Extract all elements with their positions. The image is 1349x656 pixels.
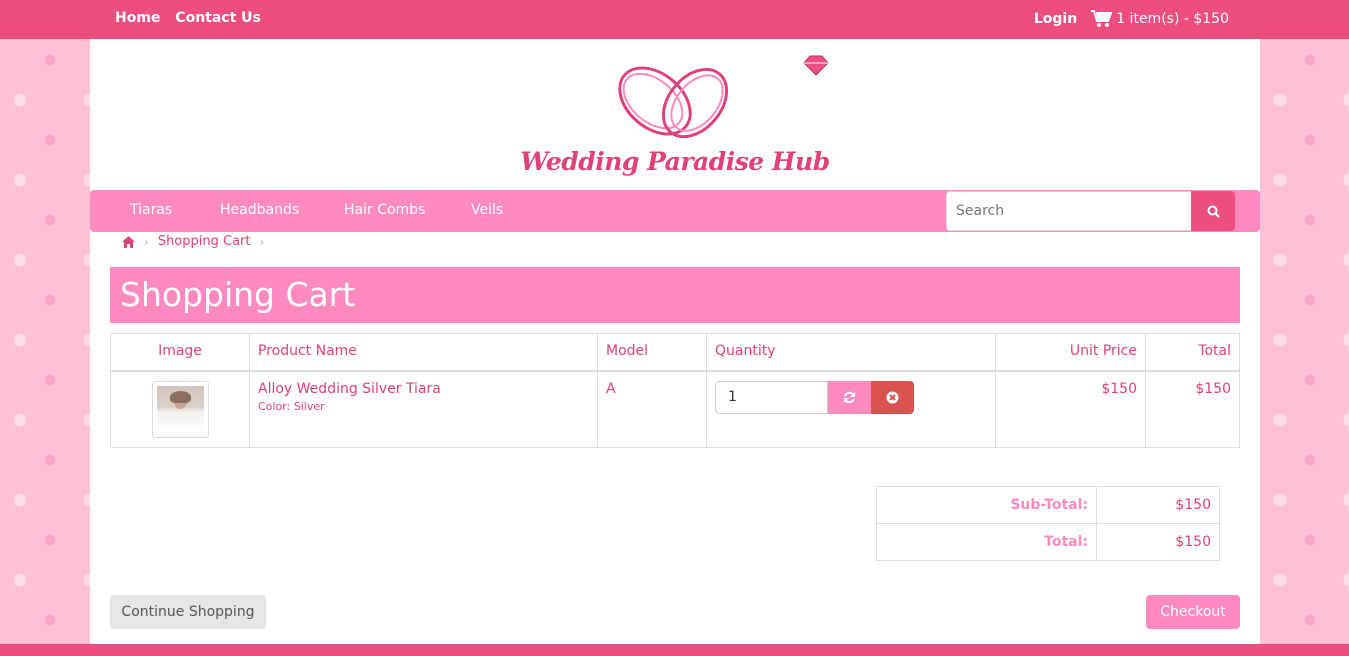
shopping-cart-icon — [1091, 10, 1113, 27]
cart-table-header: Image Product Name Model Quantity Unit P… — [110, 333, 1240, 372]
menu-item-veils[interactable]: Veils — [471, 202, 503, 218]
login-link[interactable]: Login — [1034, 11, 1077, 27]
top-bar: Home Contact Us Login 1 item(s) - $150 — [0, 0, 1349, 39]
product-name-link[interactable]: Alloy Wedding Silver Tiara — [258, 381, 589, 397]
product-thumbnail[interactable] — [151, 380, 209, 438]
breadcrumb-separator-icon: › — [259, 234, 265, 249]
account-nav: Login 1 item(s) - $150 — [1034, 10, 1229, 28]
menu-item-tiaras[interactable]: Tiaras — [130, 202, 172, 218]
table-row: Alloy Wedding Silver Tiara Color: Silver… — [110, 370, 1240, 448]
product-photo — [156, 385, 204, 433]
search-input[interactable] — [946, 191, 1192, 231]
breadcrumb-separator-icon: › — [144, 234, 149, 249]
cart-table: Image Product Name Model Quantity Unit P… — [110, 333, 1240, 448]
menu-item-headbands[interactable]: Headbands — [220, 202, 299, 218]
remove-item-button[interactable] — [871, 380, 914, 414]
model-cell: A — [597, 370, 707, 448]
page-title: Shopping Cart — [110, 267, 1240, 323]
breadcrumb-shopping-cart[interactable]: Shopping Cart — [158, 234, 251, 249]
update-quantity-button[interactable] — [828, 380, 871, 414]
total-cell: $150 — [1145, 370, 1240, 448]
total-label: Total: — [876, 523, 1097, 561]
search-icon — [1207, 205, 1220, 218]
cart-link[interactable]: 1 item(s) - $150 — [1091, 10, 1229, 28]
product-image-cell — [110, 370, 250, 448]
main-container: Wedding Paradise Hub Tiaras Headbands Ha… — [90, 39, 1260, 644]
remove-circle-icon — [886, 391, 899, 403]
product-option: Color: Silver — [258, 399, 325, 413]
brand-name: Wedding Paradise Hub — [520, 147, 830, 176]
cart-summary: 1 item(s) - $150 — [1116, 11, 1229, 27]
quantity-cell — [706, 370, 996, 448]
header-product-name: Product Name — [249, 333, 598, 372]
breadcrumb: › Shopping Cart › — [122, 234, 273, 249]
header-total: Total — [1145, 333, 1240, 372]
menu-item-hair-combs[interactable]: Hair Combs — [344, 202, 425, 218]
footer-bar — [0, 644, 1349, 656]
header-unit-price: Unit Price — [995, 333, 1146, 372]
unit-price-cell: $150 — [995, 370, 1146, 448]
contact-link[interactable]: Contact Us — [175, 10, 261, 26]
header-image: Image — [110, 333, 250, 372]
home-link[interactable]: Home — [115, 10, 160, 26]
top-nav: Home Contact Us — [115, 10, 271, 26]
site-logo[interactable]: Wedding Paradise Hub — [520, 51, 830, 181]
total-row: Total: $150 — [876, 523, 1220, 561]
subtotal-label: Sub-Total: — [876, 486, 1097, 524]
quantity-input[interactable] — [715, 380, 828, 414]
category-menu: Tiaras Headbands Hair Combs Veils — [90, 190, 1260, 232]
product-name-cell: Alloy Wedding Silver Tiara Color: Silver — [249, 370, 598, 448]
total-value: $150 — [1096, 523, 1220, 561]
subtotal-row: Sub-Total: $150 — [876, 486, 1220, 524]
header-model: Model — [597, 333, 707, 372]
search-button[interactable] — [1191, 191, 1235, 231]
subtotal-value: $150 — [1096, 486, 1220, 524]
home-icon[interactable] — [122, 235, 135, 248]
continue-shopping-button[interactable]: Continue Shopping — [110, 595, 266, 629]
wedding-rings-icon — [618, 55, 829, 139]
totals-table: Sub-Total: $150 Total: $150 — [876, 486, 1220, 561]
checkout-button[interactable]: Checkout — [1146, 595, 1240, 629]
header-quantity: Quantity — [706, 333, 996, 372]
refresh-icon — [844, 391, 855, 403]
